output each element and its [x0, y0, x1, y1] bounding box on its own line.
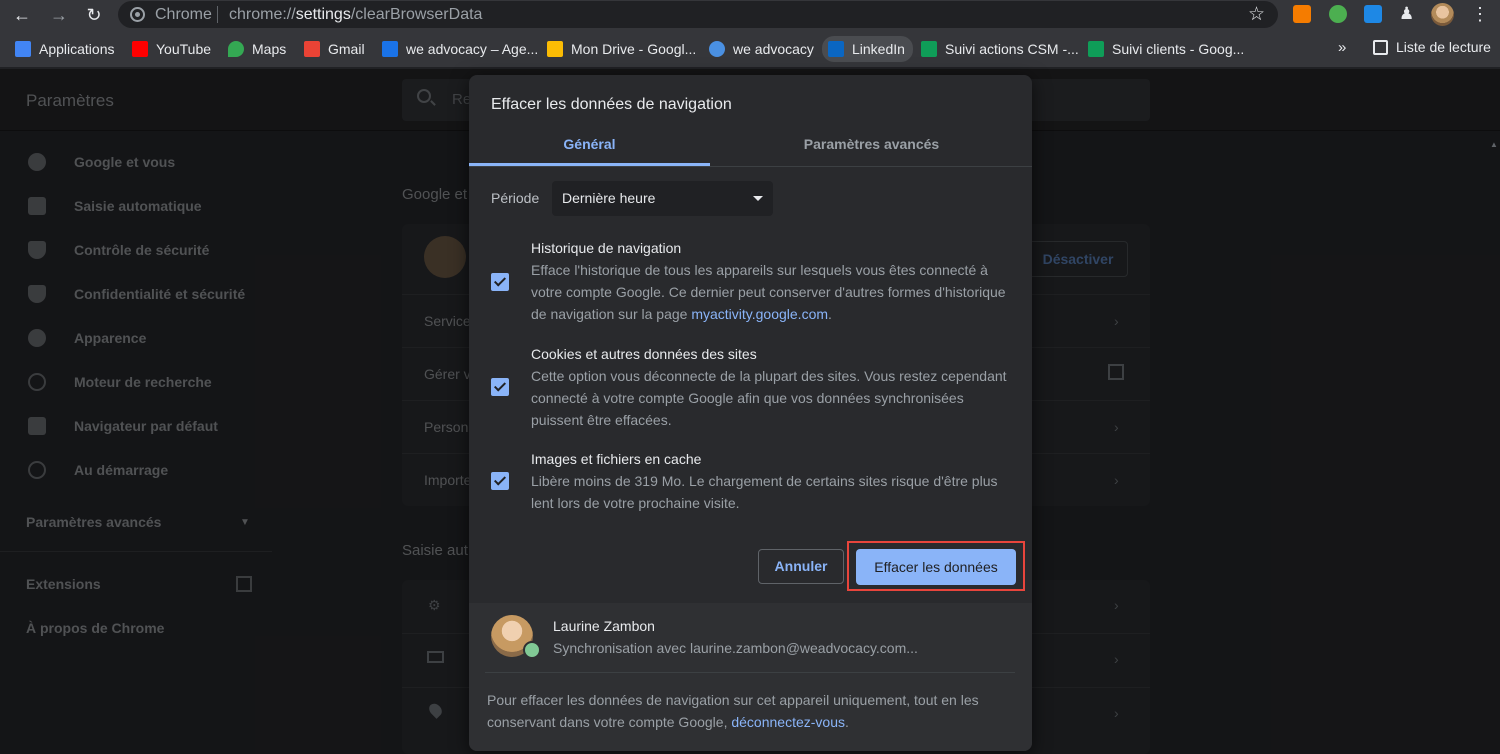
highlight-box: Effacer les données — [847, 541, 1025, 591]
scrollbar[interactable]: ▲ — [1488, 140, 1498, 750]
bookmark-applications[interactable]: Applications — [15, 39, 115, 59]
sheets-icon — [1088, 41, 1104, 57]
cancel-button[interactable]: Annuler — [758, 549, 844, 584]
option-title-cache: Images et fichiers en cache — [531, 451, 702, 467]
sheets-icon — [921, 41, 937, 57]
option-title-history: Historique de navigation — [531, 240, 682, 256]
option-title-cookies: Cookies et autres données des sites — [531, 346, 757, 362]
option-desc-history: Efface l'historique de tous les appareil… — [531, 262, 1006, 322]
sync-account-name: Laurine Zambon — [553, 618, 655, 634]
option-desc-cache: Libère moins de 319 Mo. Le chargement de… — [531, 473, 998, 511]
checkbox-browsing-history[interactable] — [491, 273, 509, 291]
more-vert-icon[interactable]: ⋮ — [1471, 4, 1489, 25]
bookmark-youtube[interactable]: YouTube — [132, 39, 211, 59]
advocacy-icon — [709, 41, 725, 57]
period-label: Période — [491, 190, 540, 206]
bookmark-mon-drive[interactable]: Mon Drive - Googl... — [547, 39, 696, 59]
chrome-icon — [130, 7, 145, 22]
extensions-puzzle-icon[interactable]: ♟ — [1399, 5, 1417, 23]
extension-icon[interactable] — [1329, 5, 1347, 23]
clear-data-button[interactable]: Effacer les données — [856, 549, 1016, 585]
site-label: Chrome — [155, 6, 212, 23]
tab-general[interactable]: Général — [469, 136, 710, 152]
sync-icon — [523, 641, 541, 659]
drive-icon — [547, 41, 563, 57]
maps-pin-icon — [228, 41, 244, 57]
omnibox-separator — [217, 6, 218, 23]
browser-toolbar: ← → ↻ Chrome chrome://settings/clearBrow… — [0, 0, 1500, 30]
advocacy-extension-icon[interactable] — [1364, 5, 1382, 23]
period-value: Dernière heure — [562, 190, 656, 206]
profile-avatar[interactable] — [1431, 3, 1454, 26]
period-dropdown[interactable]: Dernière heure — [552, 181, 773, 216]
calendar-icon — [382, 41, 398, 57]
sign-out-link[interactable]: déconnectez-vous — [731, 714, 845, 730]
bookmark-star-icon[interactable]: ☆ — [1248, 3, 1265, 26]
reading-list-icon — [1373, 39, 1388, 55]
linkedin-icon — [828, 41, 844, 57]
sync-note: Pour effacer les données de navigation s… — [487, 692, 979, 730]
tab-advanced[interactable]: Paramètres avancés — [730, 136, 1013, 152]
sync-divider — [485, 672, 1015, 673]
url-text[interactable]: chrome://settings/clearBrowserData — [229, 6, 482, 24]
gmail-icon — [304, 41, 320, 57]
apps-grid-icon — [15, 41, 31, 57]
reading-list-button[interactable]: Liste de lecture — [1373, 39, 1491, 55]
checkbox-cookies[interactable] — [491, 378, 509, 396]
sync-info: Laurine Zambon Synchronisation avec laur… — [469, 603, 1032, 751]
reload-icon[interactable]: ↻ — [83, 4, 105, 26]
clear-browsing-data-dialog: Effacer les données de navigation Généra… — [469, 75, 1032, 751]
option-desc-cookies: Cette option vous déconnecte de la plupa… — [531, 368, 1007, 428]
bookmark-suivi-clients[interactable]: Suivi clients - Goog... — [1088, 39, 1244, 59]
checkbox-cache[interactable] — [491, 472, 509, 490]
bookmark-suivi-actions-csm[interactable]: Suivi actions CSM -... — [921, 39, 1079, 59]
bookmark-we-advocacy-agenda[interactable]: we advocacy – Age... — [382, 39, 538, 59]
hubspot-extension-icon[interactable] — [1293, 5, 1311, 23]
bookmark-linkedin[interactable]: LinkedIn — [822, 36, 913, 62]
tab-divider — [469, 166, 1032, 167]
sync-account-email: Synchronisation avec laurine.zambon@wead… — [553, 640, 918, 656]
dropdown-arrow-icon — [753, 196, 763, 201]
myactivity-link[interactable]: myactivity.google.com — [691, 306, 828, 322]
bookmarks-bar: Applications YouTube Maps Gmail we advoc… — [0, 30, 1500, 68]
bookmark-maps[interactable]: Maps — [228, 39, 286, 59]
bookmark-gmail[interactable]: Gmail — [304, 39, 365, 59]
more-bookmarks-icon[interactable]: » — [1338, 39, 1346, 56]
address-bar[interactable]: Chrome chrome://settings/clearBrowserDat… — [118, 1, 1278, 28]
dialog-title: Effacer les données de navigation — [491, 96, 732, 113]
youtube-icon — [132, 41, 148, 57]
forward-arrow-icon[interactable]: → — [48, 4, 70, 26]
bookmark-we-advocacy[interactable]: we advocacy — [709, 39, 814, 59]
back-arrow-icon[interactable]: ← — [11, 4, 33, 26]
